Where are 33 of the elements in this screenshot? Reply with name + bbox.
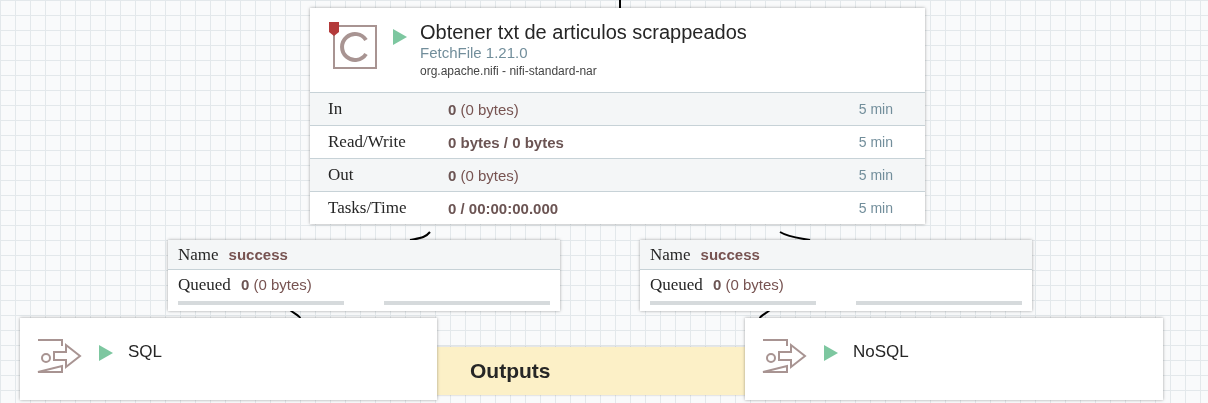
processor-bundle: org.apache.nifi - nifi-standard-nar [420, 63, 598, 80]
processor-type: FetchFile 1.21.0 [420, 44, 529, 62]
stat-label: Out [328, 165, 355, 185]
connection-label[interactable]: Name success Queued 0 (0 bytes) [168, 240, 560, 311]
stat-window: 5 min [858, 167, 893, 183]
output-port-icon [36, 336, 84, 376]
name-label: Name [178, 244, 219, 265]
processor-card[interactable] [310, 8, 925, 224]
processor-name: Obtener txt de articulos scrappeados [420, 20, 747, 44]
stat-value: 0 (0 bytes) [448, 100, 520, 118]
connection-label[interactable]: Name success Queued 0 (0 bytes) [640, 240, 1032, 311]
output-port-card[interactable]: SQL [20, 318, 437, 400]
stat-value: 0 (0 bytes) [448, 166, 520, 184]
name-label: Name [650, 244, 691, 265]
stat-label: In [328, 99, 344, 119]
queued-label: Queued [650, 274, 703, 295]
stat-window: 5 min [858, 101, 893, 117]
output-port-icon [761, 336, 809, 376]
connection-name: success [228, 246, 288, 263]
queued-label: Queued [178, 274, 231, 295]
connection-name: success [700, 246, 760, 263]
stat-value: 0 / 00:00:00.000 [448, 199, 560, 217]
stat-label: Tasks/Time [328, 198, 408, 218]
port-name: SQL [128, 342, 163, 362]
stat-label: Read/Write [328, 132, 407, 152]
stat-window: 5 min [858, 134, 893, 150]
stat-window: 5 min [858, 200, 893, 216]
stat-value: 0 bytes / 0 bytes [448, 133, 565, 151]
queued-value: 0 (0 bytes) [712, 276, 784, 293]
queued-value: 0 (0 bytes) [240, 276, 312, 293]
port-name: NoSQL [853, 342, 909, 362]
label-text: Outputs [470, 359, 551, 383]
output-port-card[interactable]: NoSQL [745, 318, 1163, 400]
